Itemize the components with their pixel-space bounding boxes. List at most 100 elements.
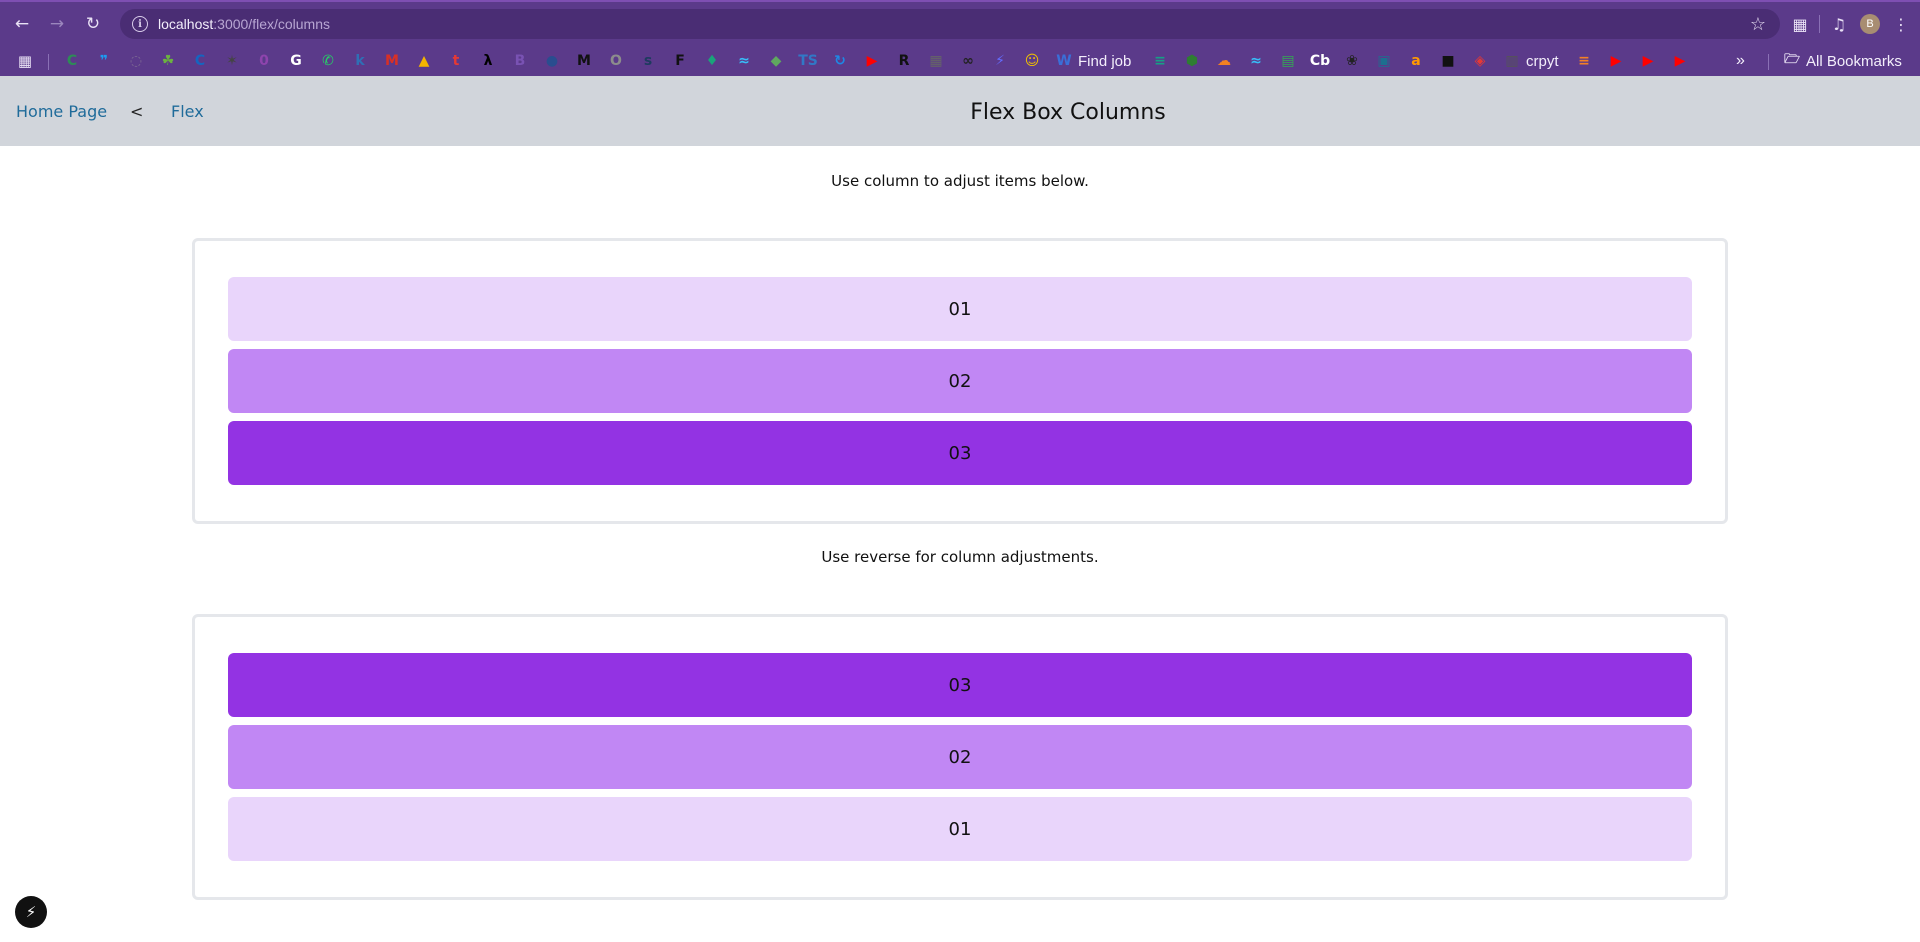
bookmark-item[interactable]: ◌ xyxy=(128,52,144,70)
media-control-icon[interactable]: ♫ xyxy=(1828,15,1850,34)
bookmark-item[interactable]: ▶ xyxy=(1608,52,1624,70)
bookmark-item[interactable]: O xyxy=(608,52,624,70)
more-bookmarks-icon[interactable]: » xyxy=(1736,52,1745,70)
bookmark-item[interactable]: λ xyxy=(480,52,496,70)
apps-grid-icon[interactable]: ▦ xyxy=(17,52,33,70)
amazon-icon: a xyxy=(1411,53,1421,69)
flex-item-01: 01 xyxy=(228,277,1692,341)
bookmark-item[interactable]: ❞ xyxy=(96,52,112,70)
url-text[interactable]: localhost:3000/flex/columns xyxy=(158,16,330,32)
rrd-icon: R xyxy=(898,53,910,69)
bookmark-item[interactable]: ▦ xyxy=(928,52,944,70)
bookmark-item[interactable]: ⬢ xyxy=(1184,52,1200,70)
bookmark-item[interactable]: ▶ xyxy=(864,52,880,70)
bookmark-item[interactable]: ≈ xyxy=(736,52,752,70)
smiley-icon: ☺ xyxy=(1024,53,1040,69)
stack-icon: ≡ xyxy=(1154,53,1166,69)
reverse-instruction: Use reverse for column adjustments. xyxy=(821,548,1099,566)
gmail-icon: M xyxy=(385,53,399,69)
bookmark-item[interactable]: C xyxy=(192,52,208,70)
bookmark-item[interactable]: ▥ crpyt xyxy=(1504,52,1558,70)
dark-icon: ■ xyxy=(1441,53,1455,69)
bookmark-item[interactable]: ◈ xyxy=(1472,52,1488,70)
cube-icon: ◈ xyxy=(1474,53,1486,69)
bookmark-item[interactable]: W Find job xyxy=(1056,52,1131,70)
bookmark-item[interactable]: C xyxy=(64,52,80,70)
bookmark-item[interactable]: R xyxy=(896,52,912,70)
whatsapp-icon: ✆ xyxy=(322,53,334,69)
stack-overflow-icon: ≡ xyxy=(1578,53,1590,69)
bookmark-item[interactable]: ☘ xyxy=(160,52,176,70)
purple-icon: 0 xyxy=(259,53,269,69)
bookmark-item[interactable]: ↻ xyxy=(832,52,848,70)
youtube-icon: ▶ xyxy=(866,53,878,69)
bookmark-item[interactable]: M xyxy=(384,52,400,70)
circle-c-icon: C xyxy=(66,53,78,69)
bookmark-item[interactable]: ● xyxy=(544,52,560,70)
bookmark-item[interactable]: a xyxy=(1408,52,1424,70)
bookmark-item[interactable]: Cb xyxy=(1310,52,1330,70)
bookmark-item[interactable]: ≡ xyxy=(1576,52,1592,70)
bookmark-item[interactable]: 0 xyxy=(256,52,272,70)
solar-icon: s xyxy=(643,53,653,69)
nextjs-dev-indicator-icon[interactable]: ⚡ xyxy=(15,896,47,928)
bookmark-item[interactable]: ▤ xyxy=(1280,52,1296,70)
bookmark-item[interactable]: F xyxy=(672,52,688,70)
bookmark-star-icon[interactable]: ☆ xyxy=(1750,14,1766,35)
page-title: Flex Box Columns xyxy=(970,100,1166,125)
bookmark-item[interactable]: TS xyxy=(798,52,818,70)
profile-avatar[interactable]: B xyxy=(1860,14,1880,34)
bookmark-item[interactable]: s xyxy=(640,52,656,70)
drive-icon: ▲ xyxy=(418,53,430,69)
bookmark-item[interactable]: ⚡ xyxy=(992,52,1008,70)
bookmark-item[interactable]: ∞ xyxy=(960,52,976,70)
reload-icon[interactable]: ↻ xyxy=(82,13,104,35)
bookmark-item[interactable]: ≈ xyxy=(1248,52,1264,70)
robot-icon: ▣ xyxy=(1377,53,1391,69)
browser-menu-icon[interactable]: ⋮ xyxy=(1890,15,1912,34)
flex-item-02: 02 xyxy=(228,725,1692,789)
bookmark-item[interactable]: ▶ xyxy=(1672,52,1688,70)
bookmark-item[interactable]: k xyxy=(352,52,368,70)
bookmark-item[interactable]: ☺ xyxy=(1024,52,1040,70)
ts-icon: TS xyxy=(798,53,818,69)
flex-item-03: 03 xyxy=(228,653,1692,717)
bookmark-item[interactable]: ▲ xyxy=(416,52,432,70)
bookmark-item[interactable]: ◆ xyxy=(768,52,784,70)
column-reverse-panel: 01 02 03 xyxy=(192,614,1728,900)
vite-icon: ⚡ xyxy=(995,53,1005,69)
bootstrap-icon: B xyxy=(514,53,526,69)
bookmark-item[interactable]: ▣ xyxy=(1376,52,1392,70)
leaf-icon: ☘ xyxy=(161,53,175,69)
figma-icon: ♦ xyxy=(705,53,719,69)
bookmark-label: Find job xyxy=(1078,52,1132,70)
t-icon: t xyxy=(452,53,460,69)
bookmark-item[interactable]: B xyxy=(512,52,528,70)
folder-icon: 🗁 xyxy=(1783,52,1801,67)
bookmark-item[interactable]: ✆ xyxy=(320,52,336,70)
bookmark-item[interactable]: ♦ xyxy=(704,52,720,70)
bookmarks-divider xyxy=(48,54,49,70)
forward-arrow-icon[interactable]: → xyxy=(46,13,68,35)
bookmark-item[interactable]: t xyxy=(448,52,464,70)
extensions-icon[interactable]: ▦ xyxy=(1789,15,1811,34)
all-bookmarks-label: All Bookmarks xyxy=(1806,52,1902,70)
bookmark-item[interactable]: G xyxy=(288,52,304,70)
bookmark-item[interactable]: ▶ xyxy=(1640,52,1656,70)
url-host: localhost xyxy=(158,16,214,32)
bookmark-item[interactable]: ■ xyxy=(1440,52,1456,70)
site-info-icon[interactable]: i xyxy=(132,16,148,32)
bookmark-item[interactable]: ☁ xyxy=(1216,52,1232,70)
bookmark-item[interactable]: ≡ xyxy=(1152,52,1168,70)
bookmark-item[interactable]: M xyxy=(576,52,592,70)
back-arrow-icon[interactable]: ← xyxy=(11,13,33,35)
bookmark-item[interactable]: ✶ xyxy=(224,52,240,70)
node-icon: ⬢ xyxy=(1185,53,1199,69)
address-bar[interactable]: i localhost:3000/flex/columns ☆ xyxy=(120,9,1780,39)
tailwind-icon: ≈ xyxy=(1250,53,1262,69)
bird-icon: ❞ xyxy=(99,53,109,69)
m-icon: M xyxy=(577,53,591,69)
bookmark-item[interactable]: ❀ xyxy=(1344,52,1360,70)
globe-icon: ● xyxy=(545,53,559,69)
all-bookmarks-button[interactable]: 🗁 All Bookmarks xyxy=(1784,52,1902,70)
